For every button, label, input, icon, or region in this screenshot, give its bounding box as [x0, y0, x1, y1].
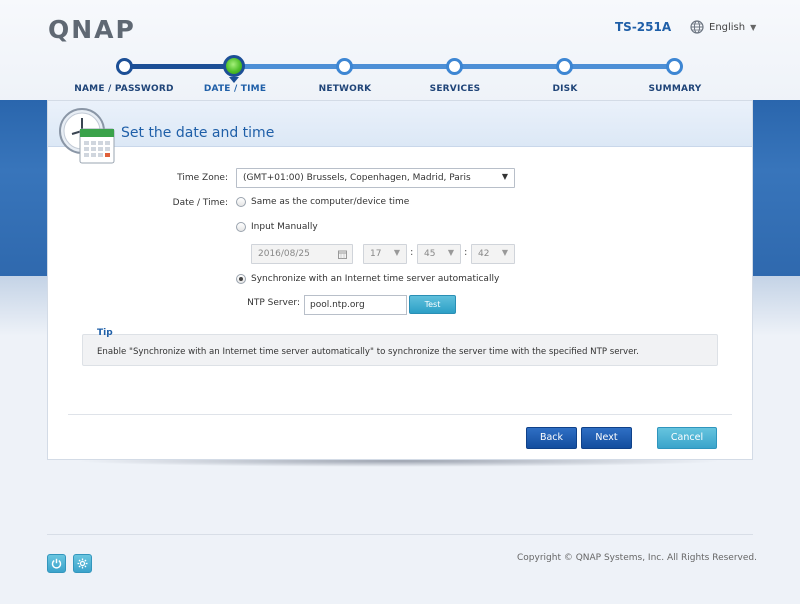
- time-separator: :: [410, 247, 414, 258]
- device-model: TS-251A: [615, 20, 672, 34]
- power-icon: [51, 558, 62, 569]
- time-separator: :: [464, 247, 468, 258]
- timezone-value: (GMT+01:00) Brussels, Copenhagen, Madrid…: [243, 173, 471, 183]
- manual-date-value: 2016/08/25: [258, 249, 310, 259]
- cancel-button[interactable]: Cancel: [657, 427, 717, 449]
- step-pointer: [229, 77, 239, 83]
- ntp-server-label: NTP Server:: [247, 298, 300, 308]
- chevron-down-icon: ▼: [750, 22, 757, 32]
- step-label-network: NETWORK: [318, 84, 372, 94]
- test-button[interactable]: Test: [409, 295, 456, 314]
- panel-divider: [68, 414, 732, 415]
- step-label-date-time: DATE / TIME: [203, 84, 267, 94]
- radio-button[interactable]: [236, 197, 246, 207]
- chevron-down-icon: ▼: [393, 248, 400, 257]
- gear-icon: [77, 558, 88, 569]
- datetime-label: Date / Time:: [172, 198, 228, 208]
- step-dot-disk: [556, 58, 573, 75]
- language-label: English: [709, 21, 746, 33]
- step-label-summary: SUMMARY: [648, 84, 702, 94]
- language-selector[interactable]: English ▼: [690, 19, 756, 35]
- manual-minute-select[interactable]: 45 ▼: [417, 244, 461, 264]
- calendar-icon: [338, 250, 347, 259]
- manual-hour-value: 17: [370, 249, 382, 259]
- tip-box: Enable "Synchronize with an Internet tim…: [82, 334, 718, 366]
- ntp-server-input[interactable]: pool.ntp.org: [304, 295, 407, 315]
- chevron-down-icon: ▼: [447, 248, 454, 257]
- back-button[interactable]: Back: [526, 427, 577, 449]
- copyright-text: Copyright © QNAP Systems, Inc. All Right…: [517, 553, 757, 563]
- manual-hour-select[interactable]: 17 ▼: [363, 244, 407, 264]
- step-label-services: SERVICES: [429, 84, 481, 94]
- manual-date-input[interactable]: 2016/08/25: [251, 244, 353, 264]
- clock-calendar-icon: [59, 108, 115, 164]
- power-button[interactable]: [47, 554, 66, 573]
- ntp-server-value: pool.ntp.org: [310, 300, 365, 310]
- chevron-down-icon: ▼: [501, 248, 508, 257]
- radio-input-manually[interactable]: Input Manually: [236, 222, 318, 232]
- restart-button[interactable]: [73, 554, 92, 573]
- manual-second-select[interactable]: 42 ▼: [471, 244, 515, 264]
- next-button[interactable]: Next: [581, 427, 632, 449]
- step-dot-summary: [666, 58, 683, 75]
- globe-icon: [690, 20, 704, 34]
- radio-button-selected[interactable]: [236, 274, 246, 284]
- tip-title: Tip: [97, 328, 113, 338]
- timezone-label: Time Zone:: [177, 173, 228, 183]
- step-label-disk: DISK: [552, 84, 578, 94]
- step-track-done: [124, 64, 234, 69]
- step-dot-date-time: [223, 55, 245, 77]
- panel-header: Set the date and time: [48, 101, 752, 147]
- radio-same-as-device[interactable]: Same as the computer/device time: [236, 197, 409, 207]
- qnap-logo: QNAP: [48, 15, 136, 44]
- step-dot-network: [336, 58, 353, 75]
- radio-ntp-label: Synchronize with an Internet time server…: [251, 274, 500, 284]
- manual-second-value: 42: [478, 249, 490, 259]
- manual-minute-value: 45: [424, 249, 436, 259]
- step-dot-name-password: [116, 58, 133, 75]
- timezone-select[interactable]: (GMT+01:00) Brussels, Copenhagen, Madrid…: [236, 168, 515, 188]
- radio-button[interactable]: [236, 222, 246, 232]
- panel-title: Set the date and time: [121, 125, 275, 141]
- tip-text: Enable "Synchronize with an Internet tim…: [97, 347, 639, 357]
- radio-manual-label: Input Manually: [251, 222, 318, 232]
- radio-sync-ntp[interactable]: Synchronize with an Internet time server…: [236, 274, 499, 284]
- radio-same-label: Same as the computer/device time: [251, 197, 410, 207]
- chevron-down-icon: ▼: [501, 172, 508, 181]
- step-label-name-password: NAME / PASSWORD: [74, 84, 174, 94]
- step-dot-services: [446, 58, 463, 75]
- footer-divider: [47, 534, 753, 535]
